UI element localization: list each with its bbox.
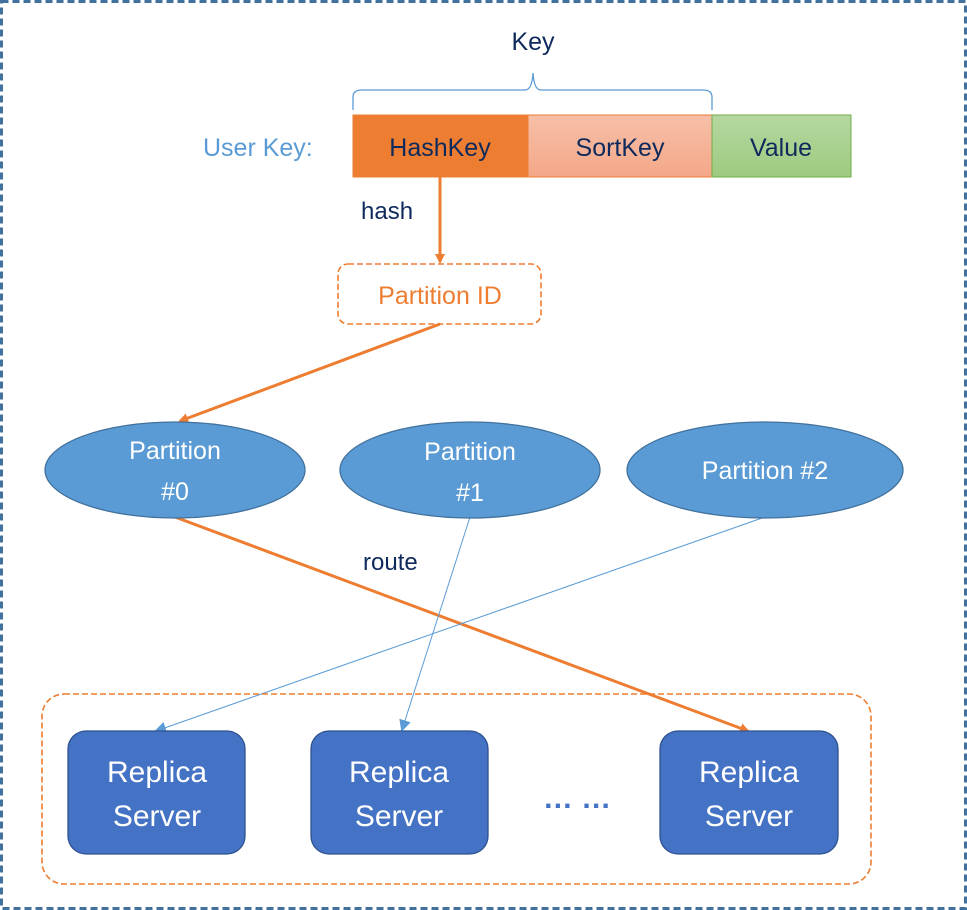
user-key-label: User Key: xyxy=(203,134,313,162)
partition-0: Partition #0 xyxy=(44,421,306,519)
replica-server-3-line-2: Server xyxy=(705,800,793,833)
replica-server-1-line-2: Server xyxy=(113,800,201,833)
partition-0-line-2: #0 xyxy=(161,478,189,506)
partition-2-line-1: Partition #2 xyxy=(702,457,828,485)
partition-id-label: Partition ID xyxy=(378,282,502,310)
partition-0-line-1: Partition xyxy=(129,437,221,465)
replica-server-2-line-1: Replica xyxy=(349,756,449,789)
sortkey-label: SortKey xyxy=(576,134,665,162)
route-arrow-partition-2 xyxy=(154,516,766,734)
hash-label: hash xyxy=(361,198,413,225)
partition-1-line-1: Partition xyxy=(424,438,516,466)
partition-1: Partition #1 xyxy=(339,421,601,519)
replica-server-1-box xyxy=(67,730,246,855)
route-label: route xyxy=(363,549,418,576)
replica-server-2: Replica Server xyxy=(310,730,489,855)
replica-server-1: Replica Server xyxy=(67,730,246,855)
replica-server-3: Replica Server xyxy=(659,730,839,855)
replica-server-1-line-1: Replica xyxy=(107,756,207,789)
user-key-record: HashKey SortKey Value xyxy=(352,114,852,178)
value-label: Value xyxy=(750,134,812,162)
replica-server-2-box xyxy=(310,730,489,855)
partition-1-line-2: #1 xyxy=(456,479,484,507)
key-brace xyxy=(352,72,713,110)
diagram-canvas: Key User Key: HashKey SortKey Value hash… xyxy=(0,0,967,910)
partition-2: Partition #2 xyxy=(626,421,904,519)
partition-id-to-partition-0-arrow xyxy=(178,322,441,423)
replica-server-3-box xyxy=(659,730,839,855)
more-servers-ellipsis: … … xyxy=(543,782,611,815)
diagram-svg: Key User Key: HashKey SortKey Value hash… xyxy=(0,0,967,910)
hashkey-label: HashKey xyxy=(389,134,491,162)
replica-server-3-line-1: Replica xyxy=(699,756,799,789)
replica-server-2-line-2: Server xyxy=(355,800,443,833)
key-label: Key xyxy=(511,28,555,56)
